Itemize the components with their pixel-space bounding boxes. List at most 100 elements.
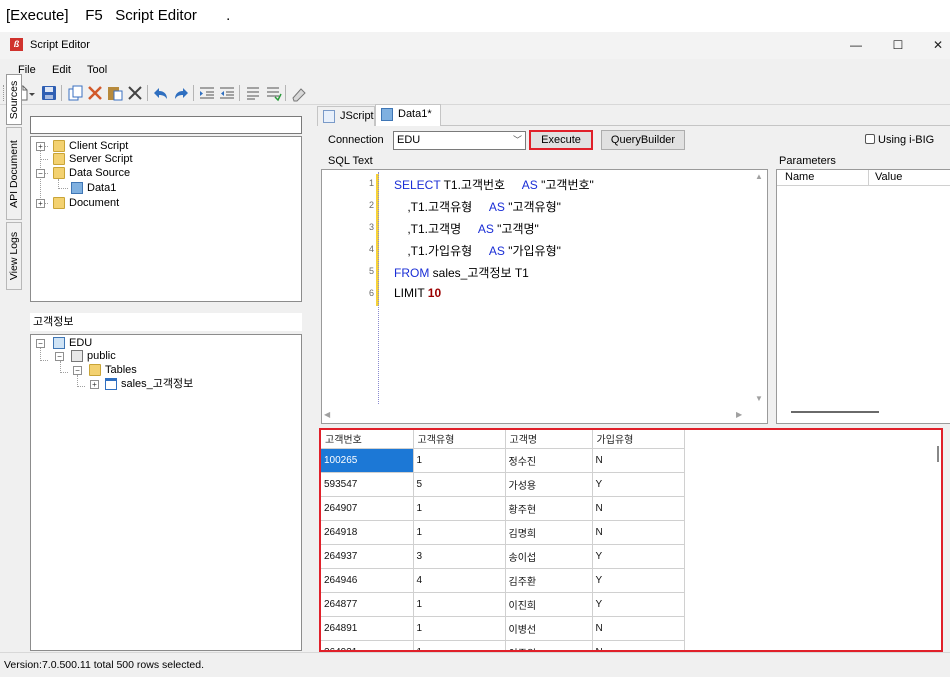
grid-cell[interactable]: 4 <box>413 568 506 593</box>
scroll-right-icon[interactable]: ▶ <box>736 410 742 419</box>
execute-button[interactable]: Execute <box>529 130 593 150</box>
grid-cell[interactable]: Y <box>592 544 685 569</box>
tab-jscript[interactable]: JScript <box>317 106 375 126</box>
sql-vertical-scrollbar[interactable]: ▲ ▼ <box>750 170 767 409</box>
result-scrollbar[interactable] <box>937 446 939 462</box>
grid-cell[interactable]: Y <box>592 592 685 617</box>
parameters-grid[interactable]: Name Value <box>776 169 950 424</box>
grid-cell[interactable]: N <box>592 520 685 545</box>
collapse-icon[interactable]: − <box>73 366 82 375</box>
menu-edit[interactable]: Edit <box>52 59 71 81</box>
redo-icon[interactable] <box>172 84 190 102</box>
uncomment-icon[interactable] <box>264 84 282 102</box>
grid-cell[interactable]: N <box>592 448 685 473</box>
cut-icon[interactable] <box>86 84 104 102</box>
table-row[interactable]: 100265 1 정수진 N <box>321 448 685 473</box>
grid-cell[interactable]: 1 <box>413 640 506 650</box>
table-row[interactable]: 264918 1 김명희 N <box>321 520 685 545</box>
scroll-down-icon[interactable]: ▼ <box>755 394 763 403</box>
parameters-scrollbar[interactable] <box>791 411 879 413</box>
scroll-left-icon[interactable]: ◀ <box>324 410 330 419</box>
grid-cell[interactable]: 100265 <box>321 448 414 473</box>
copy-document-icon[interactable] <box>66 84 84 102</box>
collapse-icon[interactable]: − <box>55 352 64 361</box>
tab-view-logs[interactable]: View Logs <box>6 222 22 290</box>
grid-cell[interactable]: 264931 <box>321 640 414 650</box>
undo-icon[interactable] <box>152 84 170 102</box>
grid-cell[interactable]: 264946 <box>321 568 414 593</box>
grid-cell[interactable]: 264891 <box>321 616 414 641</box>
grid-cell[interactable]: 김명희 <box>505 520 593 545</box>
tab-sources[interactable]: Sources <box>6 74 22 125</box>
sql-editor[interactable]: 1 2 3 4 5 6 SELECT T1.고객번호 AS "고객번호" ,T1… <box>321 169 768 424</box>
grid-cell[interactable]: 264907 <box>321 496 414 521</box>
object-search-label[interactable]: 고객정보 <box>30 313 302 331</box>
folder-icon <box>53 167 65 179</box>
new-dropdown-icon[interactable] <box>28 84 36 102</box>
grid-cell[interactable]: 5 <box>413 472 506 497</box>
grid-cell[interactable]: 264937 <box>321 544 414 569</box>
grid-cell[interactable]: Y <box>592 568 685 593</box>
window-title: Script Editor <box>30 39 90 51</box>
delete-icon[interactable] <box>126 84 144 102</box>
grid-cell[interactable]: 593547 <box>321 472 414 497</box>
grid-cell[interactable]: N <box>592 616 685 641</box>
source-search-input[interactable] <box>30 116 302 134</box>
grid-cell[interactable]: 가성용 <box>505 472 593 497</box>
tab-data1[interactable]: Data1* <box>375 104 441 126</box>
table-row[interactable]: 593547 5 가성용 Y <box>321 472 685 497</box>
collapse-icon[interactable]: − <box>36 339 45 348</box>
grid-cell[interactable]: 정수진 <box>505 448 593 473</box>
grid-column-header[interactable]: 고객유형 <box>413 430 506 449</box>
grid-cell[interactable]: 이병선 <box>505 616 593 641</box>
expand-icon[interactable]: + <box>36 199 45 208</box>
grid-cell[interactable]: 황주현 <box>505 496 593 521</box>
grid-cell[interactable]: 이준원 <box>505 640 593 650</box>
indent-icon[interactable] <box>198 84 216 102</box>
table-row[interactable]: 2649311이준원N <box>321 640 685 650</box>
grid-cell[interactable]: Y <box>592 472 685 497</box>
paste-icon[interactable] <box>106 84 124 102</box>
grid-cell[interactable]: N <box>592 496 685 521</box>
grid-cell[interactable]: N <box>592 640 685 650</box>
grid-cell[interactable]: 1 <box>413 520 506 545</box>
comment-icon[interactable] <box>244 84 262 102</box>
tab-api-document[interactable]: API Document <box>6 127 22 220</box>
connection-select[interactable]: EDU ﹀ <box>393 131 526 150</box>
toolbar <box>0 81 950 105</box>
close-button[interactable]: ✕ <box>918 32 950 59</box>
folder-icon <box>53 197 65 209</box>
table-row[interactable]: 264946 4 김주환 Y <box>321 568 685 593</box>
maximize-button[interactable]: ☐ <box>878 32 918 59</box>
sql-horizontal-scrollbar[interactable]: ◀ ▶ <box>322 407 752 423</box>
table-row[interactable]: 264907 1 황주현 N <box>321 496 685 521</box>
using-ibig-checkbox[interactable]: Using i-BIG <box>865 132 934 148</box>
table-row[interactable]: 264937 3 송이섭 Y <box>321 544 685 569</box>
grid-column-header[interactable]: 고객번호 <box>321 430 414 449</box>
save-icon[interactable] <box>40 84 58 102</box>
grid-cell[interactable]: 3 <box>413 544 506 569</box>
table-row[interactable]: 264891 1 이병선 N <box>321 616 685 641</box>
menu-tool[interactable]: Tool <box>87 59 107 81</box>
grid-cell[interactable]: 김주환 <box>505 568 593 593</box>
querybuilder-button[interactable]: QueryBuilder <box>601 130 685 150</box>
grid-cell[interactable]: 1 <box>413 616 506 641</box>
expand-icon[interactable]: + <box>90 380 99 389</box>
collapse-icon[interactable]: − <box>36 169 45 178</box>
grid-column-header[interactable]: 고객명 <box>505 430 593 449</box>
grid-cell[interactable]: 송이섭 <box>505 544 593 569</box>
result-grid[interactable]: 고객번호 고객유형 고객명 가입유형 100265 1 정수진 N 593547 5 가성용 Y 26… <box>319 428 943 652</box>
grid-cell[interactable]: 이진희 <box>505 592 593 617</box>
grid-column-header[interactable]: 가입유형 <box>592 430 685 449</box>
minimize-button[interactable]: — <box>836 32 876 59</box>
outdent-icon[interactable] <box>218 84 236 102</box>
eraser-icon[interactable] <box>290 84 308 102</box>
grid-cell[interactable]: 264877 <box>321 592 414 617</box>
grid-cell[interactable]: 1 <box>413 448 506 473</box>
scroll-up-icon[interactable]: ▲ <box>755 172 763 181</box>
grid-cell[interactable]: 1 <box>413 496 506 521</box>
grid-cell[interactable]: 1 <box>413 592 506 617</box>
grid-cell[interactable]: 264918 <box>321 520 414 545</box>
table-row[interactable]: 264877 1 이진희 Y <box>321 592 685 617</box>
expand-icon[interactable]: + <box>36 142 45 151</box>
